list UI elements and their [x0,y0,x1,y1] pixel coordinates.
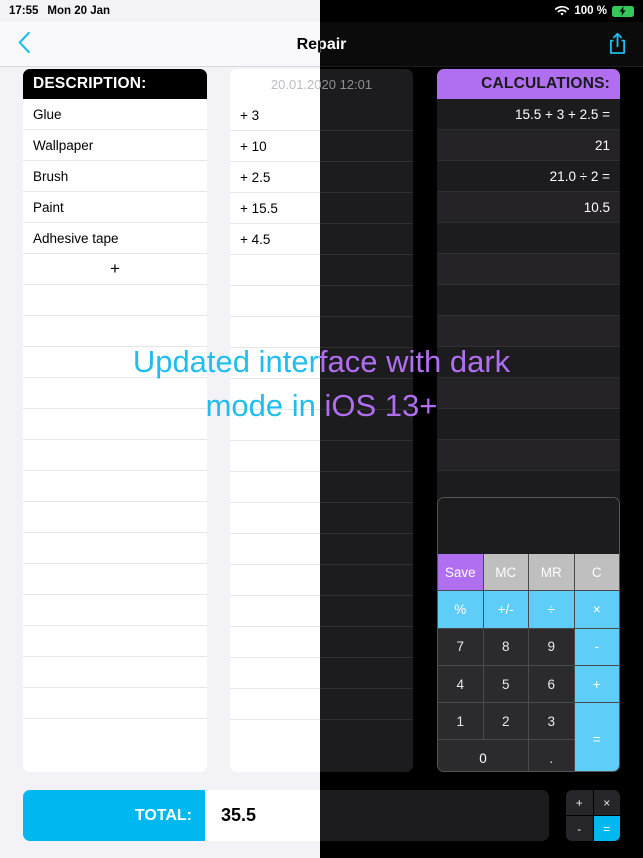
amount-row-value: + 4.5 [240,231,271,247]
keypad-key-mc[interactable]: MC [483,554,528,591]
calculation-empty-row[interactable] [437,254,620,285]
calculations-header: CALCULATIONS: [437,69,620,99]
total-label: TOTAL: [23,790,205,841]
calculation-row-text: 10.5 [583,199,610,215]
mini-key-minus[interactable]: - [566,816,593,841]
description-row[interactable]: Glue [23,99,207,130]
description-row[interactable]: Paint [23,192,207,223]
calculation-row-text: 21 [594,137,610,153]
description-empty-row[interactable] [23,595,207,626]
keypad-key-mr[interactable]: MR [529,554,574,591]
calculation-row-result[interactable]: 10.5 [437,192,620,223]
add-item-button[interactable]: + [23,254,207,285]
keypad-key-5[interactable]: 5 [483,665,528,703]
description-row-label: Paint [33,199,64,215]
mini-key-multiply[interactable]: × [593,790,620,815]
calculator-display [438,498,619,554]
calculation-empty-row[interactable] [437,440,620,471]
description-row-label: Glue [33,106,62,122]
keypad-key-2[interactable]: 2 [483,703,528,740]
keypad-key-0[interactable]: 0 [438,740,528,771]
calculation-row-text: 21.0 ÷ 2 = [549,168,610,184]
keypad-key-divide[interactable]: ÷ [529,591,574,628]
keypad-key-9[interactable]: 9 [529,628,574,665]
amount-row-value: + 3 [240,107,260,123]
description-row[interactable]: Brush [23,161,207,192]
description-row[interactable]: Adhesive tape [23,223,207,254]
keypad-key-equals[interactable]: = [574,703,619,771]
calculation-empty-row[interactable] [437,223,620,254]
description-header: DESCRIPTION: [23,69,207,99]
share-button[interactable] [603,31,631,61]
keypad-key-percent[interactable]: % [438,591,483,628]
description-row-label: Wallpaper [33,137,94,153]
description-empty-row[interactable] [23,564,207,595]
keypad-key-1[interactable]: 1 [438,703,483,740]
amount-row-value: + 15.5 [240,200,278,216]
amount-row-value: + 10 [240,138,267,154]
description-row-label: Brush [33,168,69,184]
status-time: 17:55 [9,5,39,17]
battery-charging-icon [612,5,637,17]
keypad-key-minus[interactable]: - [574,628,619,665]
keypad-key-c[interactable]: C [574,554,619,591]
description-empty-row[interactable] [23,688,207,719]
keypad-key-6[interactable]: 6 [529,665,574,703]
keypad-key-3[interactable]: 3 [529,703,574,740]
description-empty-row[interactable] [23,626,207,657]
description-row[interactable]: Wallpaper [23,130,207,161]
wifi-icon [555,5,570,17]
amount-row-value: + 2.5 [240,169,271,185]
keypad-key-decimal[interactable]: . [529,740,574,771]
mini-operator-pad: +×-= [566,790,620,841]
calculation-row-result[interactable]: 21 [437,130,620,161]
keypad-grid: SaveMCMRC%+/-÷× 789- 456+123= 0. [438,554,619,771]
description-empty-row[interactable] [23,440,207,471]
description-empty-row[interactable] [23,533,207,564]
status-date: Mon 20 Jan [47,5,111,17]
calculation-empty-row[interactable] [437,285,620,316]
battery-percent: 100 % [574,5,607,17]
mini-key-equals[interactable]: = [593,816,620,841]
calculation-row-text: 15.5 + 3 + 2.5 = [515,106,610,122]
description-empty-row[interactable] [23,471,207,502]
keypad-key-multiply[interactable]: × [574,591,619,628]
description-empty-row[interactable] [23,502,207,533]
plus-icon: + [110,259,120,278]
keypad-key-plus[interactable]: + [574,665,619,703]
calculation-row-expression[interactable]: 21.0 ÷ 2 = [437,161,620,192]
keypad-key-7[interactable]: 7 [438,628,483,665]
keypad-key-8[interactable]: 8 [483,628,528,665]
calculation-row-expression[interactable]: 15.5 + 3 + 2.5 = [437,99,620,130]
description-row-label: Adhesive tape [33,230,119,246]
mini-key-plus[interactable]: + [566,790,593,815]
calculator-keypad: SaveMCMRC%+/-÷× 789- 456+123= 0. [437,497,620,772]
share-icon [608,32,627,60]
description-empty-row[interactable] [23,285,207,316]
keypad-key-save[interactable]: Save [438,554,483,591]
keypad-key-sign[interactable]: +/- [483,591,528,628]
keypad-key-4[interactable]: 4 [438,665,483,703]
description-empty-row[interactable] [23,657,207,688]
